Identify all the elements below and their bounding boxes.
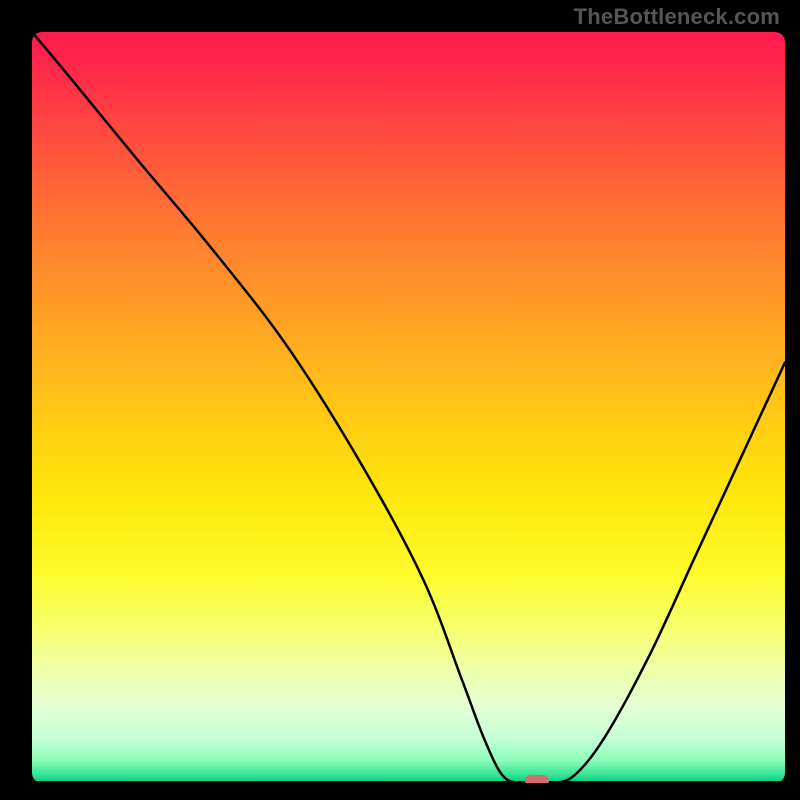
axis-baseline bbox=[32, 781, 785, 783]
chart-container: TheBottleneck.com bbox=[0, 0, 800, 800]
bottleneck-curve bbox=[32, 32, 785, 783]
watermark-text: TheBottleneck.com bbox=[574, 4, 780, 30]
optimal-point-marker bbox=[525, 775, 549, 783]
plot-area bbox=[32, 32, 785, 783]
